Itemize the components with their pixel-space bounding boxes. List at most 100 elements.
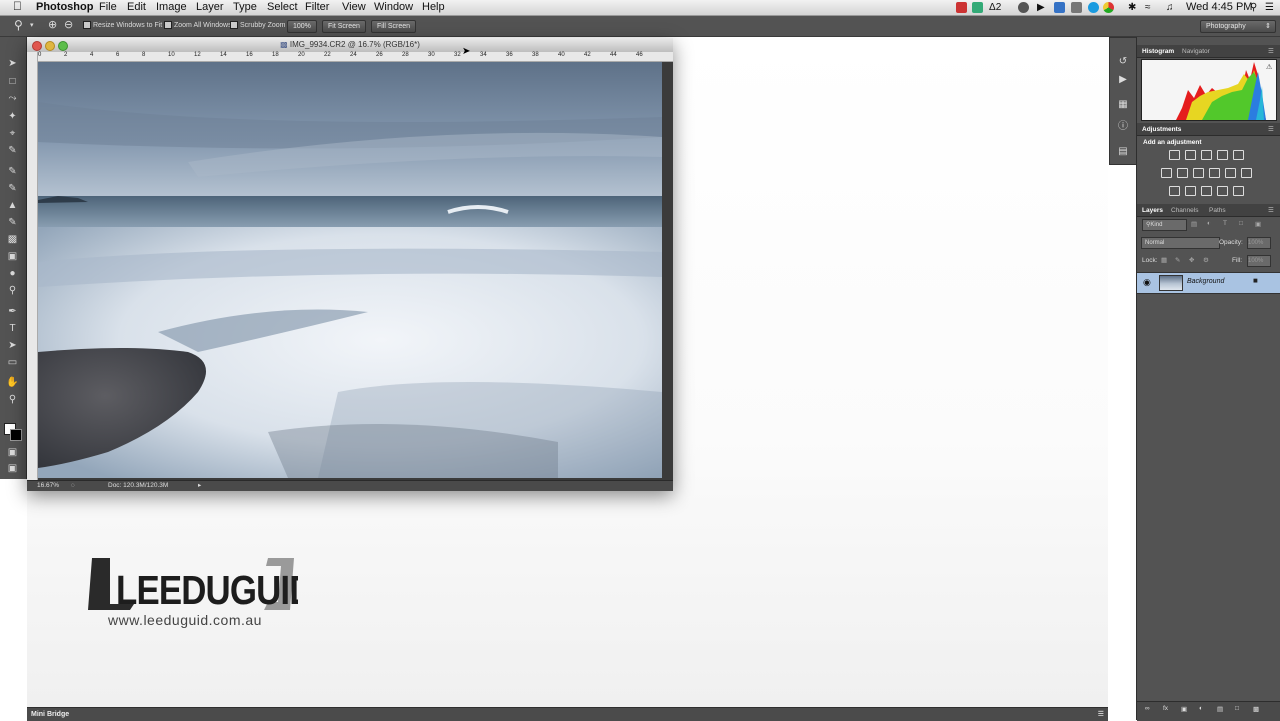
brightness-adjustment-icon[interactable] (1169, 150, 1180, 160)
eraser-tool-icon[interactable]: ▩ (6, 233, 19, 246)
exposure-adjustment-icon[interactable] (1217, 150, 1228, 160)
close-window-button[interactable] (32, 41, 42, 51)
minimize-window-button[interactable] (45, 41, 55, 51)
hand-tool-icon[interactable]: ✋ (6, 376, 19, 389)
zoom-window-button[interactable] (58, 41, 68, 51)
blur-tool-icon[interactable]: ● (6, 267, 19, 280)
crop-tool-icon[interactable]: ⌖ (6, 127, 19, 140)
lasso-tool-icon[interactable]: ⤳ (6, 92, 19, 105)
dropbox-icon[interactable] (1071, 2, 1082, 13)
document-title-bar[interactable]: ▩ IMG_9934.CR2 @ 16.7% (RGB/16*) (27, 38, 673, 53)
layer-mask-icon[interactable]: ▣ (1181, 705, 1187, 713)
menu-help[interactable]: Help (422, 1, 445, 14)
link-layers-icon[interactable]: ∞ (1145, 705, 1150, 712)
tab-channels[interactable]: Channels (1171, 206, 1198, 215)
visibility-eye-icon[interactable]: ◉ (1143, 277, 1151, 288)
rectangle-tool-icon[interactable]: ▭ (6, 356, 19, 369)
channel-mixer-adjustment-icon[interactable] (1225, 168, 1236, 178)
photo-filter-adjustment-icon[interactable] (1209, 168, 1220, 178)
wifi-icon[interactable]: ≈ (1145, 1, 1151, 14)
status-options-icon[interactable]: ◌ (71, 481, 75, 491)
tab-navigator[interactable]: Navigator (1182, 47, 1210, 56)
filter-shape-icon[interactable]: □ (1239, 220, 1243, 227)
play-icon[interactable]: ▶ (1037, 1, 1045, 14)
panel-menu-icon[interactable]: ☰ (1268, 206, 1274, 215)
app-menu[interactable]: Photoshop (36, 1, 93, 14)
vibrance-adjustment-icon[interactable] (1233, 150, 1244, 160)
dodge-tool-icon[interactable]: ⚲ (6, 284, 19, 297)
fill-input[interactable]: 100% (1247, 255, 1271, 267)
zoom-out-icon[interactable]: ⊖ (64, 18, 73, 31)
clone-stamp-tool-icon[interactable]: ▲ (6, 199, 19, 212)
notification-icon[interactable]: ☰ (1265, 1, 1274, 14)
panel-menu-icon[interactable]: ☰ (1268, 47, 1274, 56)
adjustments-title[interactable]: Adjustments (1142, 125, 1181, 134)
curves-adjustment-icon[interactable] (1201, 150, 1212, 160)
color-balance-adjustment-icon[interactable] (1177, 168, 1188, 178)
menu-file[interactable]: File (99, 1, 117, 14)
background-color-swatch[interactable] (10, 429, 22, 441)
menu-window[interactable]: Window (374, 1, 413, 14)
fill-screen-button[interactable]: Fill Screen (371, 20, 417, 33)
brush-tool-icon[interactable]: ✎ (6, 182, 19, 195)
properties-panel-icon[interactable]: ▦ (1117, 99, 1129, 111)
horizontal-ruler[interactable]: 0 2 4 6 8 10 12 14 16 18 20 22 24 26 28 … (37, 52, 673, 62)
adobe-badge-icon[interactable]: Δ2 (989, 1, 1001, 14)
marquee-tool-icon[interactable]: □ (6, 75, 19, 88)
panel-menu-icon[interactable]: ☰ (1268, 125, 1274, 134)
delete-layer-icon[interactable]: ▩ (1253, 705, 1259, 713)
lock-all-icon[interactable]: ⚙ (1203, 256, 1209, 264)
save-icon[interactable] (1054, 2, 1065, 13)
bluetooth-icon[interactable]: ✱ (1128, 1, 1136, 14)
levels-adjustment-icon[interactable] (1185, 150, 1196, 160)
menu-edit[interactable]: Edit (127, 1, 146, 14)
invert-adjustment-icon[interactable] (1169, 186, 1180, 196)
zoom-level[interactable]: 16.67% (37, 481, 59, 491)
warning-icon[interactable]: ⚠ (1266, 63, 1272, 71)
gradient-map-adjustment-icon[interactable] (1233, 186, 1244, 196)
path-selection-tool-icon[interactable]: ➤ (6, 339, 19, 352)
new-layer-icon[interactable]: □ (1235, 705, 1239, 712)
filter-adjustment-icon[interactable]: ◐ (1207, 220, 1211, 227)
resize-windows-checkbox[interactable]: Resize Windows to Fit (83, 21, 162, 30)
menu-view[interactable]: View (342, 1, 366, 14)
layer-comps-panel-icon[interactable]: ▤ (1117, 146, 1129, 158)
menu-select[interactable]: Select (267, 1, 298, 14)
clock[interactable]: Wed 4:45 PM (1186, 1, 1252, 14)
tab-histogram[interactable]: Histogram (1142, 47, 1174, 56)
screen-mode-icon[interactable]: ▣ (6, 462, 19, 475)
lock-position-icon[interactable]: ✥ (1189, 256, 1194, 264)
vertical-ruler[interactable] (27, 52, 38, 480)
tab-paths[interactable]: Paths (1209, 206, 1226, 215)
gradient-tool-icon[interactable]: ▣ (6, 250, 19, 263)
chevron-down-icon[interactable]: ▾ (30, 21, 34, 29)
quick-mask-icon[interactable]: ▣ (6, 446, 19, 459)
layer-row-background[interactable]: ◉ Background ■ (1137, 272, 1280, 294)
collapse-icon[interactable]: ☰ (1098, 708, 1104, 721)
history-brush-tool-icon[interactable]: ✎ (6, 216, 19, 229)
mini-bridge-bar[interactable]: Mini Bridge ☰ (27, 707, 1108, 721)
filter-type-icon[interactable]: T (1223, 220, 1227, 227)
mini-bridge-label[interactable]: Mini Bridge (27, 711, 69, 718)
black-white-adjustment-icon[interactable] (1193, 168, 1204, 178)
opacity-input[interactable]: 100% (1247, 237, 1271, 249)
threshold-adjustment-icon[interactable] (1201, 186, 1212, 196)
shield-icon[interactable] (972, 2, 983, 13)
lock-transparent-icon[interactable]: ▦ (1161, 256, 1167, 264)
filter-pixel-icon[interactable]: ▤ (1191, 220, 1197, 228)
status-menu-arrow-icon[interactable]: ▸ (198, 481, 201, 491)
zoom-in-icon[interactable]: ⊕ (48, 18, 57, 31)
new-group-icon[interactable]: ▤ (1217, 705, 1223, 713)
eyedropper-tool-icon[interactable]: ✎ (6, 144, 19, 157)
layer-name[interactable]: Background (1187, 278, 1224, 285)
pen-tool-icon[interactable]: ✒ (6, 305, 19, 318)
zoom-tool-icon[interactable]: ⚲ (14, 18, 23, 32)
selective-color-adjustment-icon[interactable] (1217, 186, 1228, 196)
lock-image-icon[interactable]: ✎ (1175, 256, 1180, 264)
menu-filter[interactable]: Filter (305, 1, 329, 14)
menu-layer[interactable]: Layer (196, 1, 224, 14)
color-lookup-adjustment-icon[interactable] (1241, 168, 1252, 178)
filter-smart-object-icon[interactable]: ▣ (1255, 220, 1261, 228)
workspace-switcher[interactable]: Photography ⇕ (1200, 20, 1276, 33)
fit-screen-button[interactable]: Fit Screen (322, 20, 366, 33)
